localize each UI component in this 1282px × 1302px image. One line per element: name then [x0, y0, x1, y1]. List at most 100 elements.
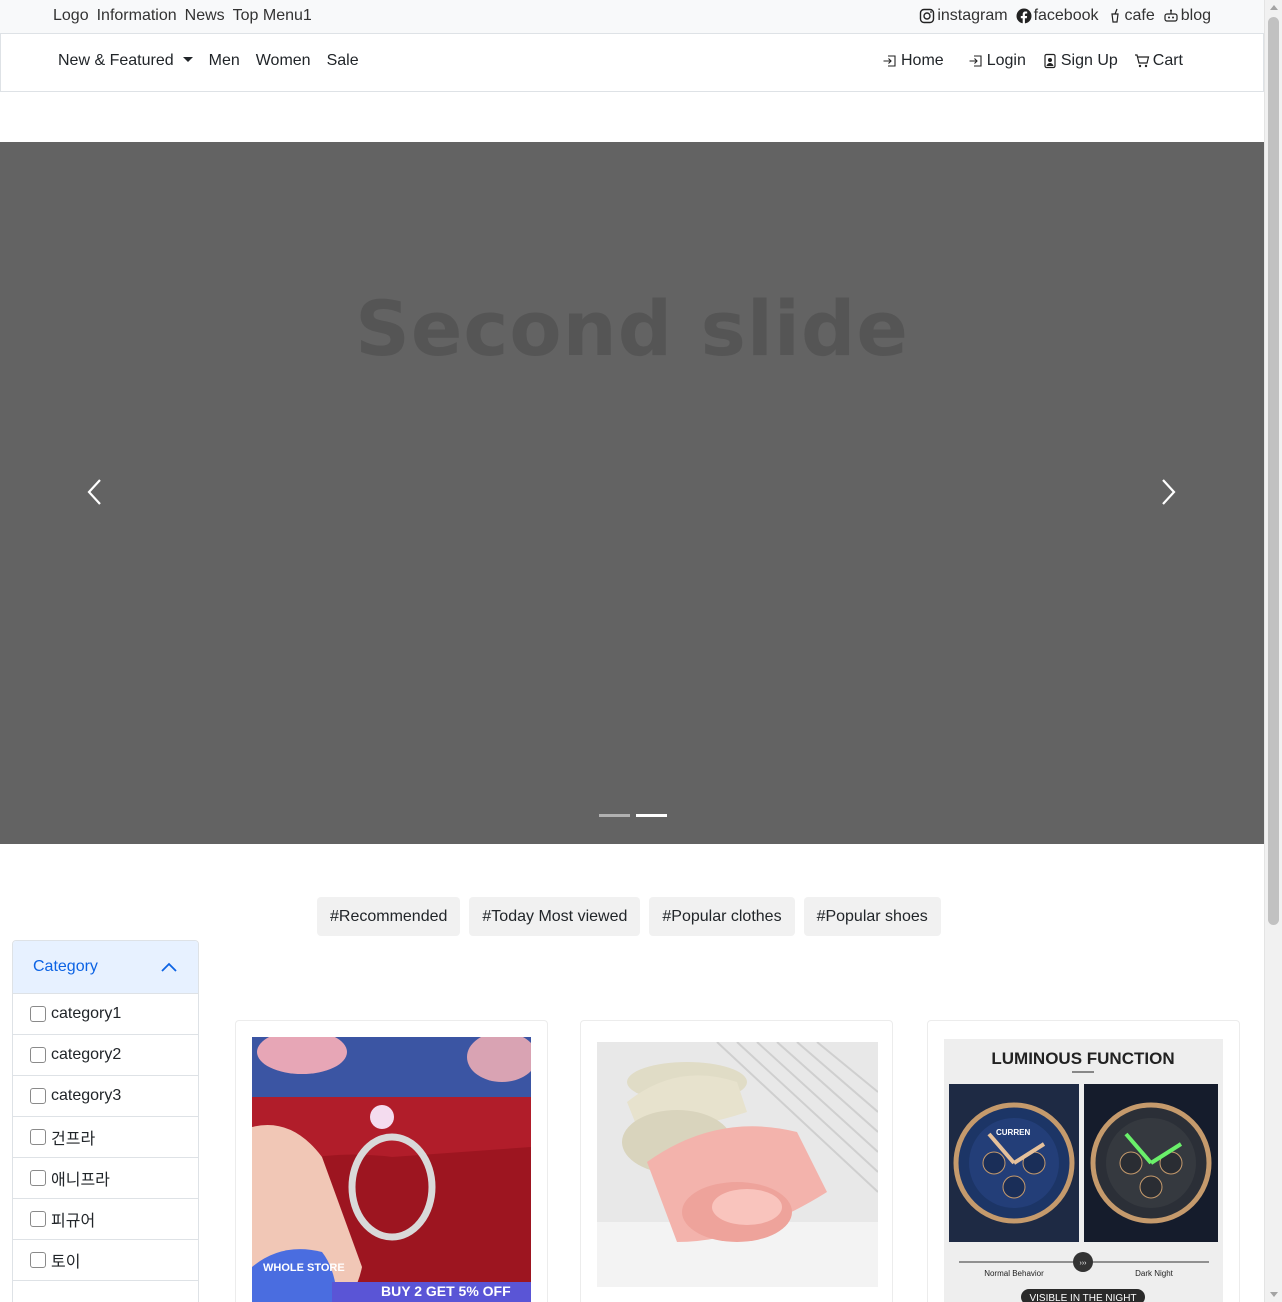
box-arrow-in-right-icon — [969, 55, 982, 67]
category-label: 피규어 — [51, 1213, 96, 1230]
nav-signup[interactable]: Sign Up — [1042, 52, 1118, 70]
category-label: 건프라 — [51, 1131, 96, 1148]
instagram-icon — [920, 8, 935, 24]
person-badge-icon — [1044, 53, 1056, 69]
product-card[interactable]: LUMINOUS FUNCTION CURREN ››› Normal Beha… — [927, 1020, 1240, 1302]
accordion-header-category[interactable]: Category — [13, 941, 198, 994]
robot-icon — [1164, 9, 1178, 22]
nav-dropdown-label: New & Featured — [58, 52, 174, 69]
category-checkbox[interactable] — [30, 1211, 46, 1227]
category-item[interactable]: 피규어 — [13, 1199, 198, 1240]
social-label: facebook — [1033, 7, 1099, 24]
nav-signup-label: Sign Up — [1060, 52, 1118, 69]
category-label: category1 — [51, 1005, 122, 1022]
category-checkbox[interactable] — [30, 1047, 46, 1063]
category-label: category2 — [51, 1046, 122, 1063]
facebook-icon — [1016, 8, 1032, 24]
social-label: instagram — [937, 7, 1008, 24]
category-checkbox[interactable] — [30, 1252, 46, 1268]
social-label: blog — [1180, 7, 1211, 24]
category-label: 토이 — [51, 1254, 81, 1271]
category-item[interactable]: 애니프라 — [13, 1158, 198, 1199]
category-item[interactable]: 건프라 — [13, 1117, 198, 1158]
watch-label-left: Normal Behavior — [984, 1269, 1044, 1278]
nav-link-women[interactable]: Women — [256, 52, 311, 70]
category-label: category3 — [51, 1087, 122, 1104]
category-item[interactable]: category1 — [13, 994, 198, 1035]
cart-icon — [1134, 54, 1150, 68]
scroll-down-arrow-icon[interactable] — [1270, 1292, 1278, 1297]
svg-text:›››: ››› — [1080, 1260, 1088, 1267]
badge-text: WHOLE STORE — [263, 1262, 345, 1274]
social-instagram[interactable]: instagram — [919, 7, 1008, 25]
nav-user-links: Home Login Sign Up Cart — [882, 52, 1183, 70]
nav-login-label: Login — [986, 52, 1026, 69]
social-blog[interactable]: blog — [1163, 7, 1211, 25]
nav-link-men[interactable]: Men — [209, 52, 240, 70]
chevron-up-icon — [161, 962, 177, 972]
nav-cart-label: Cart — [1152, 52, 1183, 69]
carousel-indicator[interactable] — [599, 814, 630, 817]
nav-cart[interactable]: Cart — [1134, 52, 1183, 70]
ring-photo: WHOLE STORE BUY 2 GET 5% OFF — [252, 1037, 531, 1302]
product-card[interactable]: WHOLE STORE BUY 2 GET 5% OFF — [235, 1020, 548, 1302]
nav-home[interactable]: Home — [882, 52, 944, 70]
social-links: instagram facebook cafe blog — [919, 7, 1211, 25]
category-item[interactable]: category3 — [13, 1076, 198, 1117]
carousel-next-button[interactable] — [1148, 472, 1188, 512]
product-image-ring[interactable]: WHOLE STORE BUY 2 GET 5% OFF — [252, 1037, 531, 1302]
hashtag-tabs: #Recommended #Today Most viewed #Popular… — [317, 897, 941, 936]
watch-footer: VISIBLE IN THE NIGHT — [1029, 1293, 1136, 1302]
category-checkbox[interactable] — [30, 1006, 46, 1022]
tag-popular-clothes[interactable]: #Popular clothes — [649, 897, 795, 936]
product-image-watch[interactable]: LUMINOUS FUNCTION CURREN ››› Normal Beha… — [944, 1039, 1223, 1302]
top-link-information[interactable]: Information — [97, 7, 177, 25]
chevron-right-icon — [1162, 479, 1176, 505]
top-link-top-menu1[interactable]: Top Menu1 — [233, 7, 312, 25]
carousel-indicator-active[interactable] — [636, 814, 667, 817]
top-link-logo[interactable]: Logo — [53, 7, 89, 25]
carousel-prev-button[interactable] — [75, 472, 115, 512]
nav-login[interactable]: Login — [968, 52, 1026, 70]
category-accordion: Category category1 category2 category3 건… — [12, 940, 199, 1302]
product-card[interactable] — [580, 1020, 893, 1302]
scroll-up-arrow-icon[interactable] — [1270, 5, 1278, 10]
nav-home-label: Home — [901, 52, 944, 69]
accordion-title: Category — [33, 958, 98, 975]
category-checkbox[interactable] — [30, 1088, 46, 1104]
category-label: 애니프라 — [51, 1172, 110, 1189]
box-arrow-in-right-icon — [883, 55, 896, 67]
chevron-left-icon — [87, 479, 101, 505]
watch-photo: LUMINOUS FUNCTION CURREN ››› Normal Beha… — [944, 1039, 1223, 1302]
nav-main-links: New & Featured Men Women Sale — [58, 52, 359, 70]
brand-text: CURREN — [996, 1128, 1030, 1137]
top-left-menu: Logo Information News Top Menu1 — [53, 7, 312, 25]
scrollbar-thumb[interactable] — [1268, 17, 1279, 925]
product-image-slides[interactable] — [597, 1042, 878, 1287]
hero-carousel: Second slide — [0, 142, 1264, 844]
tag-recommended[interactable]: #Recommended — [317, 897, 461, 936]
watch-headline: LUMINOUS FUNCTION — [991, 1049, 1174, 1068]
caret-down-icon — [182, 57, 193, 62]
tag-today-most-viewed[interactable]: #Today Most viewed — [469, 897, 641, 936]
page-scrollbar[interactable] — [1264, 0, 1282, 1302]
category-item[interactable]: 토이 — [13, 1240, 198, 1281]
carousel-indicators — [599, 814, 667, 817]
category-list: category1 category2 category3 건프라 애니프라 피… — [13, 994, 198, 1281]
nav-link-sale[interactable]: Sale — [327, 52, 359, 70]
tag-popular-shoes[interactable]: #Popular shoes — [803, 897, 941, 936]
category-item[interactable]: category2 — [13, 1035, 198, 1076]
social-cafe[interactable]: cafe — [1107, 7, 1155, 25]
slide-text: Second slide — [355, 284, 909, 373]
top-link-news[interactable]: News — [185, 7, 225, 25]
social-label: cafe — [1124, 7, 1155, 24]
nav-dropdown-new-featured[interactable]: New & Featured — [58, 52, 193, 70]
watch-label-right: Dark Night — [1135, 1269, 1174, 1278]
category-checkbox[interactable] — [30, 1129, 46, 1145]
promo-text: BUY 2 GET 5% OFF — [381, 1283, 511, 1299]
slides-photo — [597, 1042, 878, 1287]
cup-icon — [1110, 8, 1119, 23]
social-facebook[interactable]: facebook — [1016, 7, 1099, 25]
category-checkbox[interactable] — [30, 1170, 46, 1186]
main-navbar: New & Featured Men Women Sale Home Login… — [0, 34, 1264, 92]
